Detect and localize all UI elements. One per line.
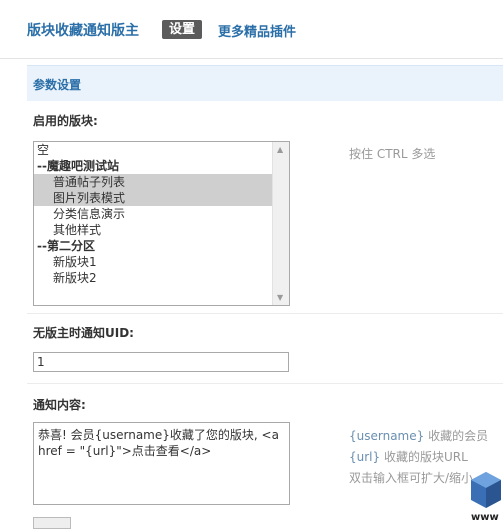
plugin-title: 版块收藏通知版主	[27, 23, 139, 39]
divider	[27, 383, 503, 384]
textarea-line: href = "{url}">点击查看</a>	[38, 444, 212, 458]
tab-more-plugins[interactable]: 更多精品插件	[218, 21, 296, 40]
top-nav: 版块收藏通知版主 设置 更多精品插件	[0, 0, 503, 59]
uid-input[interactable]: 1	[33, 352, 289, 372]
forum-option-selected[interactable]: 普通帖子列表	[34, 174, 281, 190]
forum-option[interactable]: 分类信息演示	[34, 206, 289, 222]
vertical-scrollbar[interactable]: ▲ ▼	[272, 142, 289, 305]
notice-content-textarea[interactable]: 恭喜! 会员{username}收藏了您的版块, <a href = "{url…	[33, 422, 290, 505]
forum-option[interactable]: 空	[34, 142, 289, 158]
forum-group-option[interactable]: --魔趣吧测试站	[34, 158, 289, 174]
forums-hint: 按住 CTRL 多选	[349, 147, 436, 161]
section-header: 参数设置	[27, 65, 503, 101]
forum-option[interactable]: 新版块2	[34, 270, 289, 286]
forum-option[interactable]: 其他样式	[34, 222, 289, 238]
forums-label: 启用的版块:	[33, 114, 98, 128]
tab-settings[interactable]: 设置	[162, 20, 203, 39]
hint-text: 收藏的版块URL	[380, 450, 468, 464]
watermark-logo-icon: www	[471, 472, 501, 523]
hint-dblclick: 双击输入框可扩大/缩小	[349, 471, 474, 485]
uid-label: 无版主时通知UID:	[33, 326, 134, 340]
hint-url: {url} 收藏的版块URL	[349, 448, 468, 465]
forum-group-option[interactable]: --第二分区	[34, 238, 289, 254]
forum-option-selected[interactable]: 图片列表模式	[34, 190, 281, 206]
forums-multiselect[interactable]: 空 --魔趣吧测试站 普通帖子列表 图片列表模式 分类信息演示 其他样式 --第…	[33, 141, 290, 306]
forum-option[interactable]: 新版块1	[34, 254, 289, 270]
scroll-down-arrow-icon[interactable]: ▼	[277, 293, 283, 302]
submit-button[interactable]	[33, 517, 71, 529]
var-username: {username}	[349, 429, 425, 443]
hint-username: {username} 收藏的会员	[349, 427, 488, 444]
textarea-line: 恭喜! 会员{username}收藏了您的版块, <a	[38, 428, 279, 442]
var-url: {url}	[349, 450, 381, 464]
section-title: 参数设置	[33, 78, 82, 92]
hint-text: 收藏的会员	[424, 429, 489, 443]
content-label: 通知内容:	[33, 398, 86, 412]
scroll-up-arrow-icon[interactable]: ▲	[277, 145, 283, 154]
watermark-text: www	[471, 512, 499, 523]
divider	[27, 313, 503, 314]
